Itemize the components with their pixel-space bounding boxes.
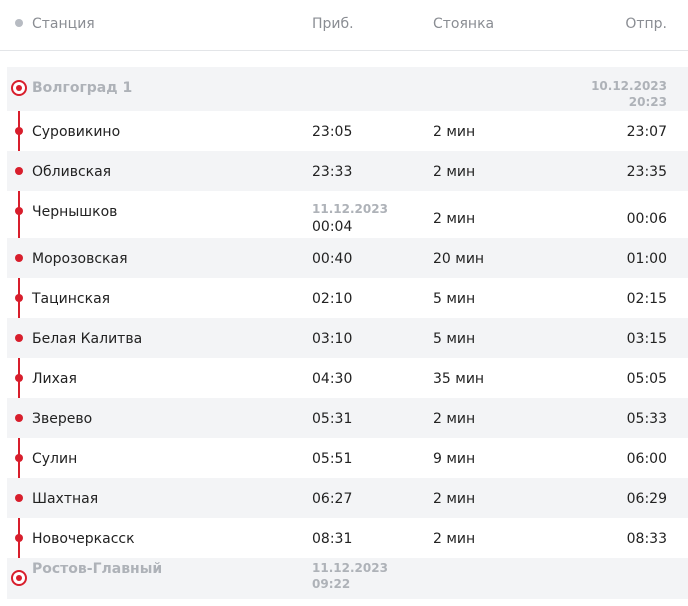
station-row: Сулин 05:51 9 мин 06:00 xyxy=(7,438,688,478)
station-row: Обливская 23:33 2 мин 23:35 xyxy=(7,151,688,191)
departure-time: 00:06 xyxy=(626,211,667,227)
station-name: Белая Калитва xyxy=(32,331,143,347)
station-name: Лихая xyxy=(32,371,77,387)
station-list: Волгоград 1 10.12.2023 20:23 Суровикино … xyxy=(7,67,688,599)
station-name: Шахтная xyxy=(32,491,99,507)
departure-time: 20:23 xyxy=(628,95,667,109)
stop-dot-icon xyxy=(15,454,23,462)
stop-duration: 35 мин xyxy=(433,371,485,387)
stop-duration: 5 мин xyxy=(433,331,476,347)
departure-time: 05:33 xyxy=(626,411,667,427)
stop-dot-icon xyxy=(15,167,23,175)
departure-time: 08:33 xyxy=(626,531,667,547)
station-row: Морозовская 00:40 20 мин 01:00 xyxy=(7,238,688,278)
origin-marker-icon xyxy=(11,80,27,96)
arrival-time: 04:30 xyxy=(312,371,353,387)
departure-time: 02:15 xyxy=(626,291,667,307)
station-name: Сулин xyxy=(32,451,78,467)
station-row: Новочеркасск 08:31 2 мин 08:33 xyxy=(7,518,688,558)
arrival-time: 05:51 xyxy=(312,451,353,467)
station-name: Ростов-Главный xyxy=(32,561,163,577)
arrival-time: 03:10 xyxy=(312,331,353,347)
destination-marker-icon xyxy=(11,570,27,586)
station-row: Лихая 04:30 35 мин 05:05 xyxy=(7,358,688,398)
station-name: Обливская xyxy=(32,164,112,180)
header-station: Станция xyxy=(32,16,95,32)
stop-dot-icon xyxy=(15,374,23,382)
station-name: Морозовская xyxy=(32,251,128,267)
stop-dot-icon xyxy=(15,334,23,342)
stop-dot-icon xyxy=(15,494,23,502)
stop-dot-icon xyxy=(15,254,23,262)
station-row-origin: Волгоград 1 10.12.2023 20:23 xyxy=(7,67,688,111)
arrival-time: 09:22 xyxy=(312,577,351,591)
arrival-date: 11.12.2023 xyxy=(312,202,388,216)
departure-time: 06:00 xyxy=(626,451,667,467)
station-name: Новочеркасск xyxy=(32,531,135,547)
arrival-time: 02:10 xyxy=(312,291,353,307)
stop-duration: 9 мин xyxy=(433,451,476,467)
stop-duration: 2 мин xyxy=(433,531,476,547)
station-name: Зверево xyxy=(32,411,93,427)
stop-duration: 20 мин xyxy=(433,251,485,267)
station-row-destination: Ростов-Главный 11.12.2023 09:22 xyxy=(7,558,688,599)
station-row: Белая Калитва 03:10 5 мин 03:15 xyxy=(7,318,688,358)
stop-duration: 5 мин xyxy=(433,291,476,307)
arrival-time: 00:04 xyxy=(312,219,353,235)
stop-duration: 2 мин xyxy=(433,491,476,507)
stop-dot-icon xyxy=(15,127,23,135)
departure-date: 10.12.2023 xyxy=(591,79,667,93)
arrival-time: 08:31 xyxy=(312,531,353,547)
arrival-time: 05:31 xyxy=(312,411,353,427)
station-row: Чернышков 11.12.2023 00:04 2 мин 00:06 xyxy=(7,191,688,238)
stop-dot-icon xyxy=(15,207,23,215)
station-row: Шахтная 06:27 2 мин 06:29 xyxy=(7,478,688,518)
station-row: Зверево 05:31 2 мин 05:33 xyxy=(7,398,688,438)
stop-dot-icon xyxy=(15,294,23,302)
departure-time: 03:15 xyxy=(626,331,667,347)
station-row: Тацинская 02:10 5 мин 02:15 xyxy=(7,278,688,318)
schedule-header: Станция Приб. Стоянка Отпр. xyxy=(0,0,688,51)
station-name: Суровикино xyxy=(32,124,121,140)
arrival-time: 00:40 xyxy=(312,251,353,267)
departure-time: 05:05 xyxy=(626,371,667,387)
stop-dot-icon xyxy=(15,534,23,542)
arrival-time: 23:05 xyxy=(312,124,353,140)
stop-duration: 2 мин xyxy=(433,124,476,140)
stop-dot-icon xyxy=(15,414,23,422)
header-stop: Стоянка xyxy=(433,16,495,32)
arrival-date: 11.12.2023 xyxy=(312,561,388,575)
header-dot-icon xyxy=(15,19,23,27)
departure-time: 06:29 xyxy=(626,491,667,507)
departure-time: 23:07 xyxy=(626,124,667,140)
arrival-time: 23:33 xyxy=(312,164,353,180)
departure-time: 23:35 xyxy=(626,164,667,180)
header-departure: Отпр. xyxy=(625,16,667,32)
arrival-time: 06:27 xyxy=(312,491,353,507)
station-name: Волгоград 1 xyxy=(32,80,133,96)
station-name: Тацинская xyxy=(32,291,111,307)
station-row: Суровикино 23:05 2 мин 23:07 xyxy=(7,111,688,151)
stop-duration: 2 мин xyxy=(433,164,476,180)
stop-duration: 2 мин xyxy=(433,411,476,427)
station-name: Чернышков xyxy=(32,204,118,220)
stop-duration: 2 мин xyxy=(433,211,476,227)
header-arrival: Приб. xyxy=(312,16,354,32)
departure-time: 01:00 xyxy=(626,251,667,267)
